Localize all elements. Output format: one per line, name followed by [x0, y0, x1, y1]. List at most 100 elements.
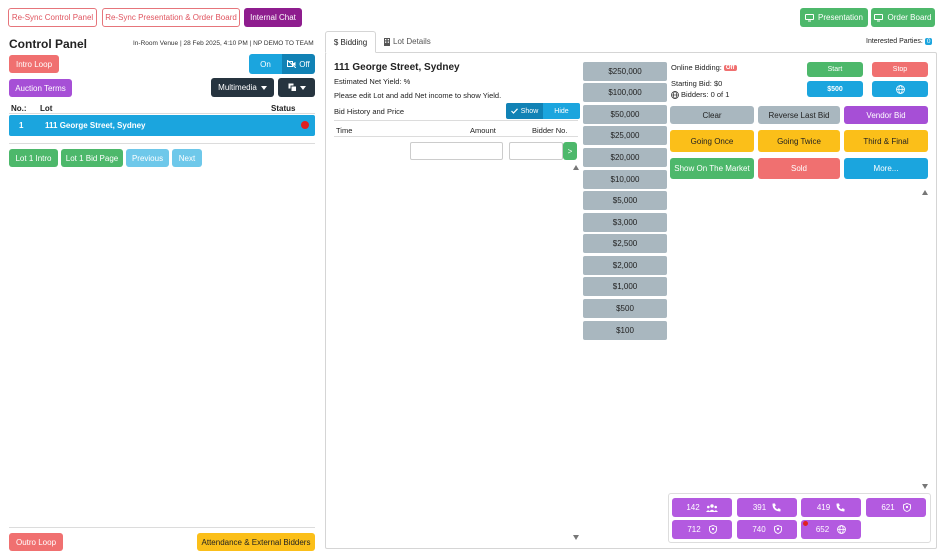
increment-100000-button[interactable]: $100,000 [583, 83, 667, 102]
shield-icon [708, 525, 717, 534]
previous-button[interactable]: Previous [126, 149, 169, 167]
table-row[interactable]: 1 111 George Street, Sydney [9, 115, 315, 136]
interested-parties: Interested Parties: 0 [866, 38, 933, 45]
team-label: NP DEMO TO TEAM [253, 40, 314, 47]
outro-loop-button[interactable]: Outro Loop [9, 533, 63, 551]
live-indicator-dot [803, 521, 808, 526]
status-dot [301, 121, 309, 129]
monitor-icon [874, 13, 884, 21]
lot-intro-button[interactable]: Lot 1 Intro [9, 149, 58, 167]
bid-history-label: Bid History and Price [334, 107, 405, 116]
scroll-up-icon[interactable] [922, 190, 928, 195]
reverse-last-bid-button[interactable]: Reverse Last Bid [758, 106, 840, 124]
hide-option[interactable]: Hide [543, 103, 580, 119]
bidder-number-input[interactable] [509, 142, 563, 160]
page-title: Control Panel [9, 37, 88, 51]
increment-2500-button[interactable]: $2,500 [583, 234, 667, 253]
next-button[interactable]: Next [172, 149, 202, 167]
sold-button[interactable]: Sold [758, 158, 840, 179]
show-hide-toggle[interactable]: Show Hide [506, 103, 580, 119]
lot-address: 111 George Street, Sydney [334, 62, 460, 73]
submit-bid-button[interactable]: > [563, 142, 577, 160]
starting-bid: Starting Bid: $0 [671, 79, 723, 88]
phone-icon [836, 503, 845, 512]
tab-lot-details[interactable]: Lot Details [384, 37, 431, 46]
attendance-button[interactable]: Attendance & External Bidders [197, 533, 315, 551]
on-option[interactable]: On [249, 54, 282, 74]
online-globe-button[interactable] [872, 81, 928, 97]
resync-presentation-button[interactable]: Re-Sync Presentation & Order Board [102, 8, 240, 27]
increment-100-button[interactable]: $100 [583, 321, 667, 340]
lot-bid-page-button[interactable]: Lot 1 Bid Page [61, 149, 123, 167]
shield-icon [902, 503, 911, 512]
increment-3000-button[interactable]: $3,000 [583, 213, 667, 232]
bidder-tag[interactable]: 652 [801, 520, 861, 539]
amount-input[interactable] [410, 142, 503, 160]
off-option[interactable]: Off [282, 54, 315, 74]
online-bidding-badge: Off [723, 64, 737, 71]
increment-20000-button[interactable]: $20,000 [583, 148, 667, 167]
increment-250000-button[interactable]: $250,000 [583, 62, 667, 81]
presentation-button[interactable]: Presentation [800, 8, 868, 27]
lot-number: 1 [19, 121, 24, 130]
increment-2000-button[interactable]: $2,000 [583, 256, 667, 275]
col-status-header: Status [271, 104, 296, 113]
increment-10000-button[interactable]: $10,000 [583, 170, 667, 189]
copy-icon [288, 83, 297, 92]
datetime-label: 28 Feb 2025, 4:10 PM [183, 40, 248, 47]
phone-icon [772, 503, 781, 512]
internal-chat-button[interactable]: Internal Chat [244, 8, 302, 27]
increment-500-button[interactable]: $500 [583, 299, 667, 318]
bidder-tag[interactable]: 712 [672, 520, 732, 539]
multimedia-dropdown[interactable]: Multimedia [211, 78, 274, 97]
going-twice-button[interactable]: Going Twice [758, 130, 840, 152]
copy-dropdown[interactable] [278, 78, 315, 97]
more-button[interactable]: More... [844, 158, 928, 179]
check-icon [510, 108, 518, 114]
net-yield: Estimated Net Yield: % [334, 77, 411, 86]
monitor-icon [805, 13, 815, 21]
order-board-button[interactable]: Order Board [871, 8, 935, 27]
col-time-header: Time [336, 126, 353, 135]
start-button[interactable]: Start [807, 62, 863, 77]
col-bidder-header: Bidder No. [532, 126, 568, 135]
bidder-tag[interactable]: 419 [801, 498, 861, 517]
globe-icon [671, 90, 679, 99]
no-video-icon [287, 60, 297, 68]
increment-25000-button[interactable]: $25,000 [583, 126, 667, 145]
vendor-bid-button[interactable]: Vendor Bid [844, 106, 928, 124]
globe-icon [837, 525, 847, 534]
venue-label: In-Room Venue [133, 40, 179, 47]
interested-count-badge: 0 [924, 38, 933, 45]
resync-control-panel-button[interactable]: Re-Sync Control Panel [8, 8, 97, 27]
group-icon [705, 503, 718, 512]
col-no-header: No.: [11, 104, 27, 113]
scroll-up-icon[interactable] [573, 165, 579, 170]
show-option[interactable]: Show [506, 103, 543, 119]
stop-button[interactable]: Stop [872, 62, 928, 77]
bidder-tag[interactable]: 391 [737, 498, 797, 517]
lot-name: 111 George Street, Sydney [45, 121, 146, 130]
tab-bidding[interactable]: $ Bidding [325, 31, 376, 53]
on-off-toggle[interactable]: On Off [249, 54, 315, 74]
online-increment-button[interactable]: $500 [807, 81, 863, 97]
going-once-button[interactable]: Going Once [670, 130, 754, 152]
bidder-tag[interactable]: 142 [672, 498, 732, 517]
increment-5000-button[interactable]: $5,000 [583, 191, 667, 210]
bidder-tag[interactable]: 740 [737, 520, 797, 539]
building-icon [384, 37, 390, 46]
intro-loop-button[interactable]: Intro Loop [9, 55, 59, 73]
globe-icon [895, 84, 905, 94]
col-amount-header: Amount [470, 126, 496, 135]
increment-50000-button[interactable]: $50,000 [583, 105, 667, 124]
scroll-down-icon[interactable] [922, 484, 928, 489]
online-bidding: Online Bidding: Off [671, 63, 737, 72]
scroll-down-icon[interactable] [573, 535, 579, 540]
caret-down-icon [299, 85, 306, 90]
auction-terms-button[interactable]: Auction Terms [9, 79, 72, 97]
third-and-final-button[interactable]: Third & Final [844, 130, 928, 152]
clear-button[interactable]: Clear [670, 106, 754, 124]
bidder-tag[interactable]: 621 [866, 498, 926, 517]
show-on-market-button[interactable]: Show On The Market [670, 158, 754, 179]
increment-1000-button[interactable]: $1,000 [583, 277, 667, 296]
